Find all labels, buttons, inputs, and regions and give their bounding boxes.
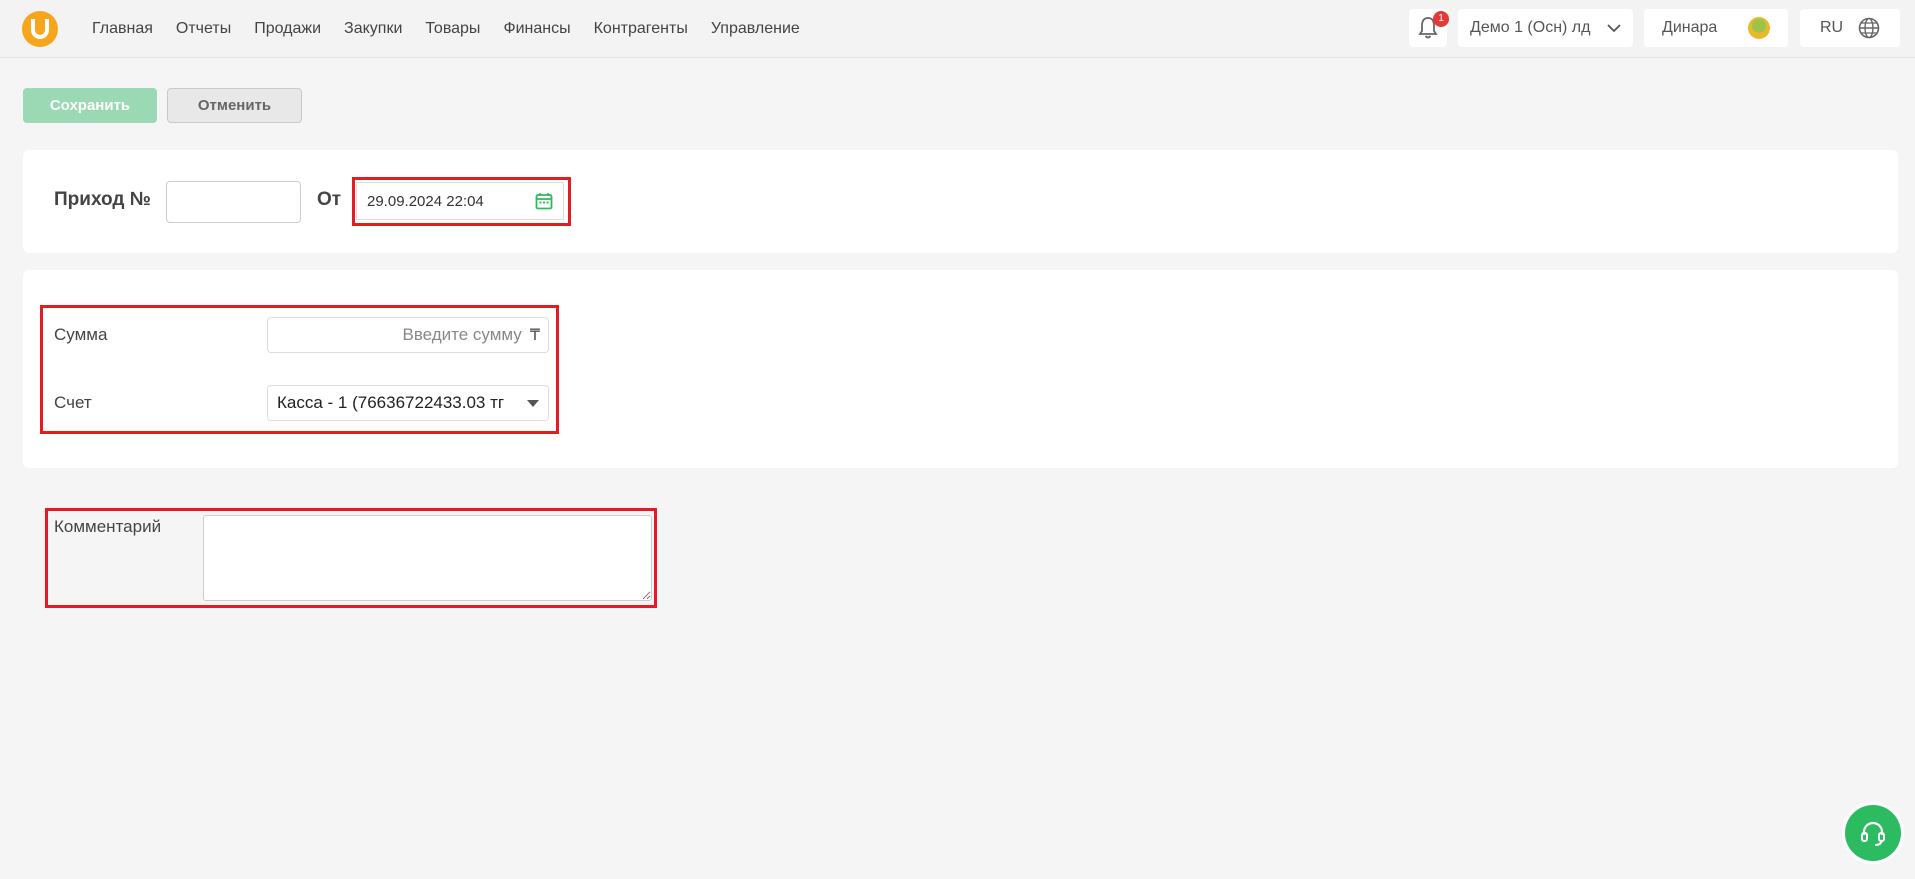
nav-item-management[interactable]: Управление bbox=[711, 20, 800, 38]
comment-label: Комментарий bbox=[54, 517, 162, 536]
user-name: Динара bbox=[1662, 19, 1718, 36]
date-value: 29.09.2024 22:04 bbox=[367, 192, 484, 210]
cancel-button[interactable]: Отменить bbox=[167, 88, 302, 123]
main-nav: Главная Отчеты Продажи Закупки Товары Фи… bbox=[92, 0, 823, 58]
headset-icon bbox=[1861, 821, 1885, 846]
document-title-label: Приход № bbox=[54, 189, 151, 210]
nav-item-counterparties[interactable]: Контрагенты bbox=[594, 20, 688, 38]
language-select[interactable]: RU bbox=[1800, 9, 1900, 47]
account-label: Счет bbox=[54, 393, 92, 412]
calendar-icon[interactable] bbox=[535, 192, 553, 210]
caret-down-icon bbox=[527, 399, 539, 407]
nav-item-home[interactable]: Главная bbox=[92, 20, 153, 38]
document-header-card bbox=[23, 150, 1898, 253]
logo-icon[interactable] bbox=[22, 11, 58, 47]
avatar bbox=[1748, 17, 1770, 39]
top-bar: Главная Отчеты Продажи Закупки Товары Фи… bbox=[0, 0, 1915, 58]
date-from-label: От bbox=[317, 189, 342, 210]
support-button[interactable] bbox=[1845, 805, 1901, 861]
globe-icon bbox=[1858, 17, 1880, 39]
sum-placeholder: Введите сумму bbox=[402, 325, 522, 344]
date-input[interactable]: 29.09.2024 22:04 bbox=[356, 182, 564, 220]
notifications-button[interactable]: 1 bbox=[1409, 9, 1449, 47]
document-number-input[interactable] bbox=[166, 181, 301, 223]
sum-label: Сумма bbox=[54, 325, 108, 344]
chevron-down-icon bbox=[1607, 24, 1621, 33]
account-value: Касса - 1 (76636722433.03 тг bbox=[277, 393, 505, 412]
nav-item-purchases[interactable]: Закупки bbox=[344, 20, 402, 38]
nav-item-products[interactable]: Товары bbox=[425, 20, 480, 38]
user-menu[interactable]: Динара bbox=[1644, 9, 1788, 47]
tenge-icon: ₸ bbox=[529, 327, 540, 344]
organization-select[interactable]: Демо 1 (Осн) лд bbox=[1458, 9, 1633, 47]
nav-item-reports[interactable]: Отчеты bbox=[176, 20, 231, 38]
payment-card bbox=[23, 270, 1898, 468]
language-label: RU bbox=[1820, 19, 1844, 36]
organization-label: Демо 1 (Осн) лд bbox=[1470, 19, 1591, 36]
account-select[interactable]: Касса - 1 (76636722433.03 тг bbox=[267, 385, 549, 421]
notification-badge: 1 bbox=[1433, 11, 1449, 27]
comment-textarea[interactable] bbox=[203, 515, 652, 601]
save-button[interactable]: Сохранить bbox=[23, 88, 157, 123]
sum-input[interactable]: Введите сумму ₸ bbox=[267, 317, 549, 353]
nav-item-sales[interactable]: Продажи bbox=[254, 20, 321, 38]
nav-item-finance[interactable]: Финансы bbox=[503, 20, 570, 38]
